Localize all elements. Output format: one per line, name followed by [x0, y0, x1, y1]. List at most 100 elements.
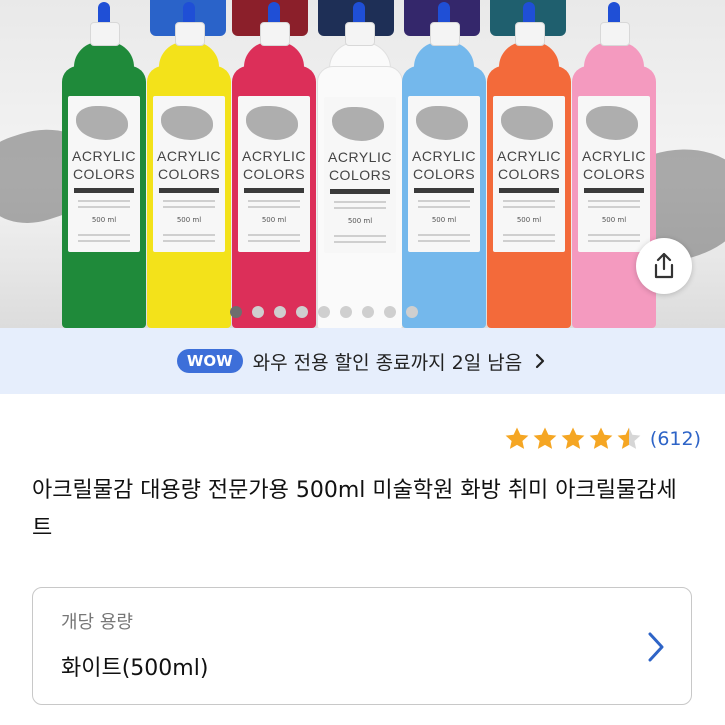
label-rule — [588, 240, 640, 242]
carousel-indicator — [230, 306, 418, 318]
carousel-dot[interactable] — [362, 306, 374, 318]
nozzle-tip — [353, 2, 365, 24]
label-rule — [334, 201, 386, 203]
carousel-dot[interactable] — [274, 306, 286, 318]
product-image-carousel[interactable]: ACRYLIC COLORS 500 ml ACRYLIC COLORS 500 ml AC… — [0, 0, 725, 328]
label-rule — [78, 200, 130, 202]
product-title: 아크릴물감 대용량 전문가용 500ml 미술학원 화방 취미 아크릴물감세트 — [32, 478, 677, 541]
option-selector[interactable]: 개당 용량 화이트(500ml) — [32, 587, 692, 705]
paint-bottle: ACRYLIC COLORS 500 ml — [147, 2, 231, 328]
carousel-dot[interactable] — [406, 306, 418, 318]
carousel-dot[interactable] — [384, 306, 396, 318]
chevron-right-icon — [536, 353, 545, 369]
label-rule — [78, 206, 130, 208]
nozzle-tip — [438, 2, 450, 24]
bottle-cap — [515, 22, 545, 46]
label-volume: 500 ml — [261, 216, 287, 224]
label-rule — [248, 240, 300, 242]
carousel-dot[interactable] — [252, 306, 264, 318]
label-rule — [588, 206, 640, 208]
label-rule — [163, 200, 215, 202]
wow-discount-banner[interactable]: WOW 와우 전용 할인 종료까지 2일 남음 — [0, 328, 725, 394]
label-line-1: ACRYLIC — [412, 148, 476, 164]
product-rating[interactable]: (612) — [504, 426, 701, 452]
carousel-dot[interactable] — [296, 306, 308, 318]
label-line-1: ACRYLIC — [242, 148, 306, 164]
paint-bottle: ACRYLIC COLORS 500 ml — [317, 2, 403, 328]
label-line-1: ACRYLIC — [497, 148, 561, 164]
label-volume: 500 ml — [431, 216, 457, 224]
label-rule — [78, 240, 130, 242]
bottle-body: ACRYLIC COLORS 500 ml — [487, 66, 571, 328]
bottle-body: ACRYLIC COLORS 500 ml — [317, 66, 403, 328]
paint-splash — [161, 106, 213, 140]
label-line-2: COLORS — [497, 166, 561, 182]
label-strip — [159, 188, 219, 193]
label-rule — [334, 241, 386, 243]
bottle-label: ACRYLIC COLORS 500 ml — [493, 96, 565, 252]
label-rule — [334, 207, 386, 209]
label-line-1: ACRYLIC — [582, 148, 646, 164]
wow-banner-text: 와우 전용 할인 종료까지 2일 남음 — [252, 351, 523, 374]
bottle-cap — [430, 22, 460, 46]
label-line-2: COLORS — [328, 167, 392, 183]
label-volume: 500 ml — [91, 216, 117, 224]
label-line-2: COLORS — [242, 166, 306, 182]
label-rule — [248, 234, 300, 236]
bottle-cap — [260, 22, 290, 46]
option-value: 화이트(500ml) — [61, 656, 209, 681]
label-rule — [588, 200, 640, 202]
star-icon — [589, 427, 613, 449]
paint-splash — [416, 106, 468, 140]
label-rule — [248, 206, 300, 208]
label-rule — [163, 234, 215, 236]
bottle-body: ACRYLIC COLORS 500 ml — [572, 66, 656, 328]
bottle-label: ACRYLIC COLORS 500 ml — [408, 96, 480, 252]
nozzle-tip — [183, 2, 195, 24]
label-line-1: ACRYLIC — [72, 148, 136, 164]
label-line-2: COLORS — [157, 166, 221, 182]
bottle-cap — [345, 22, 375, 46]
share-button[interactable] — [636, 238, 692, 294]
label-volume: 500 ml — [347, 217, 373, 225]
label-line-1: ACRYLIC — [157, 148, 221, 164]
label-line-2: COLORS — [72, 166, 136, 182]
label-line-2: COLORS — [412, 166, 476, 182]
label-strip — [74, 188, 134, 193]
bottle-label: ACRYLIC COLORS 500 ml — [68, 96, 140, 252]
rating-stars — [504, 426, 644, 452]
label-line-1: ACRYLIC — [328, 149, 392, 165]
label-rule — [503, 240, 555, 242]
share-icon — [654, 252, 674, 279]
bottle-label: ACRYLIC COLORS 500 ml — [324, 97, 396, 253]
carousel-dot[interactable] — [230, 306, 242, 318]
star-icon — [505, 427, 529, 449]
star-icon — [533, 427, 557, 449]
paint-bottle: ACRYLIC COLORS 500 ml — [487, 2, 571, 328]
label-volume: 500 ml — [601, 216, 627, 224]
label-rule — [418, 206, 470, 208]
nozzle-tip — [608, 2, 620, 24]
carousel-dot[interactable] — [318, 306, 330, 318]
review-count[interactable]: (612) — [650, 428, 701, 450]
label-volume: 500 ml — [176, 216, 202, 224]
bottle-body: ACRYLIC COLORS 500 ml — [62, 66, 146, 328]
paint-splash — [246, 106, 298, 140]
nozzle-tip — [98, 2, 110, 24]
bottle-label: ACRYLIC COLORS 500 ml — [578, 96, 650, 252]
option-label: 개당 용량 — [61, 612, 133, 633]
label-strip — [244, 188, 304, 193]
label-strip — [584, 188, 644, 193]
label-strip — [499, 188, 559, 193]
star-icon — [561, 427, 585, 449]
paint-splash — [501, 106, 553, 140]
wow-badge: WOW — [176, 349, 243, 373]
label-rule — [418, 234, 470, 236]
label-strip — [414, 188, 474, 193]
label-line-2: COLORS — [582, 166, 646, 182]
paint-splash — [332, 107, 384, 141]
bottle-cap — [90, 22, 120, 46]
label-rule — [503, 200, 555, 202]
bottle-body: ACRYLIC COLORS 500 ml — [147, 66, 231, 328]
carousel-dot[interactable] — [340, 306, 352, 318]
